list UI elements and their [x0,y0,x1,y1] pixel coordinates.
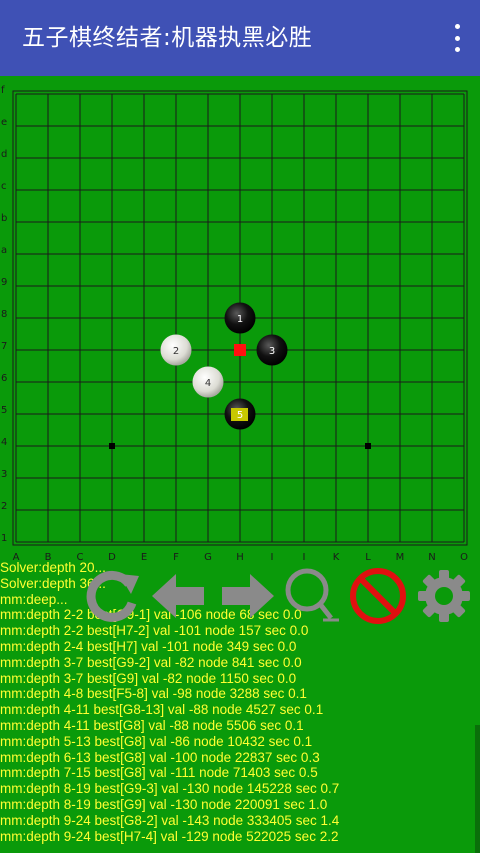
log-line: mm:depth 8-19 best[G9] val -130 node 220… [0,796,328,812]
column-label: L [365,552,371,560]
log-line: mm:depth 5-13 best[G8] val -86 node 1043… [0,733,313,749]
column-label: I [271,552,274,560]
last-move-marker [234,344,246,356]
star-point [365,443,371,449]
log-scrollbar[interactable] [475,725,480,853]
row-label: 1 [1,533,7,544]
log-line: mm:depth 3-7 best[G9] val -82 node 1150 … [0,670,297,686]
row-label: 9 [1,277,7,288]
log-line: mm:depth 2-4 best[H7] val -101 node 349 … [0,638,297,654]
more-vert-icon[interactable] [450,24,464,52]
row-label: 2 [1,501,7,512]
gear-icon[interactable] [414,566,474,630]
column-label: J [302,552,306,560]
cursor-marker-number: 5 [237,410,243,421]
log-line: mm:depth 6-13 best[G8] val -100 node 228… [0,749,320,765]
log-line: mm:depth 9-24 best[G8-2] val -143 node 3… [0,812,340,828]
log-line: mm:depth 4-8 best[F5-8] val -98 node 328… [0,686,307,702]
log-line: mm:depth 4-11 best[G8] val -88 node 5506… [0,717,304,733]
log-line: mm:depth 7-15 best[G8] val -111 node 714… [0,765,318,781]
app-bar: 五子棋终结者:机器执黑必胜 [0,0,480,76]
column-label: E [141,552,147,560]
column-label: H [236,552,244,560]
row-label: 3 [1,469,7,480]
log-line: mm:depth 3-7 best[G9-2] val -82 node 841… [0,654,302,670]
stone-number: 2 [173,346,179,357]
redo-arrow-icon[interactable] [218,566,278,630]
column-label: B [45,552,52,560]
restart-icon[interactable] [83,566,143,630]
row-label: 7 [1,341,7,352]
column-label: C [77,552,84,560]
stone-number: 3 [269,346,275,357]
game-board[interactable]: ABCDEFGHIJKLMNO123456789abcdef123455 [0,76,480,560]
stone-number: 1 [237,314,243,325]
column-label: A [13,552,20,560]
row-label: f [1,85,5,96]
column-label: D [108,552,116,560]
log-line: mm:depth 9-24 best[H7-4] val -129 node 5… [0,828,339,844]
star-point [109,443,115,449]
row-label: 5 [1,405,7,416]
column-label: O [460,552,468,560]
undo-arrow-icon[interactable] [148,566,208,630]
stone-number: 4 [205,378,211,389]
row-label: 6 [1,373,7,384]
row-label: 8 [1,309,7,320]
row-label: e [1,117,7,128]
row-label: b [1,213,7,224]
log-line: mm:depth 8-19 best[G9-3] val -130 node 1… [0,781,340,797]
column-label: N [428,552,435,560]
stop-icon[interactable] [348,566,408,630]
app-title: 五子棋终结者:机器执黑必胜 [22,25,313,51]
row-label: c [1,181,7,192]
search-hint-icon[interactable] [283,566,343,630]
row-label: 4 [1,437,7,448]
row-label: a [1,245,7,256]
toolbar [0,566,480,630]
column-label: G [204,552,212,560]
column-label: M [396,552,405,560]
log-line: mm:depth 4-11 best[G8-13] val -88 node 4… [0,702,324,718]
column-label: K [333,552,340,560]
column-label: F [173,552,179,560]
row-label: d [1,149,7,160]
